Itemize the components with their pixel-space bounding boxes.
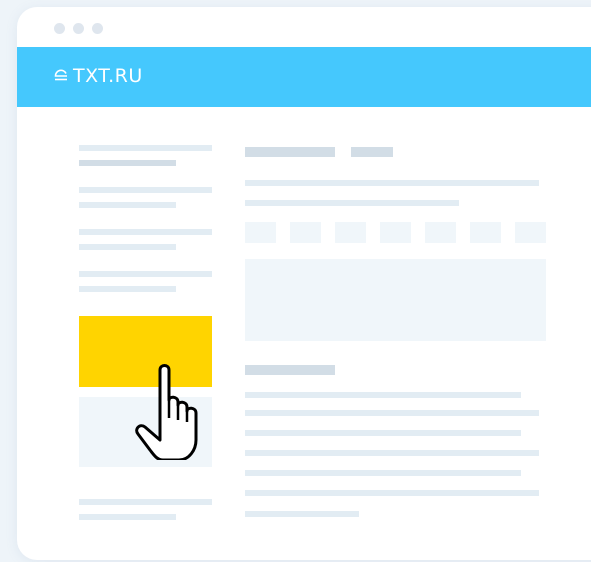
content-line (245, 450, 539, 456)
sidebar-line (79, 244, 176, 250)
tab-placeholder[interactable] (290, 222, 321, 243)
tab-placeholder[interactable] (380, 222, 411, 243)
content-line (245, 470, 521, 476)
tab-placeholder[interactable] (335, 222, 366, 243)
content-title-line (245, 147, 335, 157)
sidebar-line (79, 187, 212, 193)
browser-window: TXT.RU (17, 7, 591, 560)
window-dot-1[interactable] (54, 23, 65, 34)
tab-placeholder[interactable] (515, 222, 546, 243)
window-titlebar (17, 7, 591, 47)
sidebar-line (79, 514, 176, 520)
etxt-e-icon (54, 69, 67, 81)
sidebar-line (79, 160, 176, 166)
content-line (245, 430, 521, 436)
content-line (245, 511, 359, 517)
hand-pointer-icon (135, 364, 198, 460)
window-dot-3[interactable] (92, 23, 103, 34)
content-line (245, 200, 459, 206)
sidebar-line (79, 202, 176, 208)
sidebar-line (79, 286, 176, 292)
content-line (245, 180, 539, 186)
logo-text: TXT.RU (73, 65, 143, 87)
content-block (245, 259, 546, 341)
sidebar-line (79, 499, 212, 505)
content-line (245, 410, 539, 416)
sidebar-line (79, 229, 212, 235)
tab-placeholder[interactable] (425, 222, 456, 243)
sidebar-line (79, 145, 212, 151)
tab-placeholder[interactable] (470, 222, 501, 243)
site-header: TXT.RU (17, 47, 591, 107)
content-line (245, 490, 539, 496)
section-title-line (245, 365, 335, 375)
site-logo[interactable]: TXT.RU (53, 65, 143, 87)
content-title-line (351, 147, 393, 157)
tab-placeholder[interactable] (245, 222, 276, 243)
content-line (245, 392, 521, 398)
sidebar-line (79, 271, 212, 277)
window-dot-2[interactable] (73, 23, 84, 34)
